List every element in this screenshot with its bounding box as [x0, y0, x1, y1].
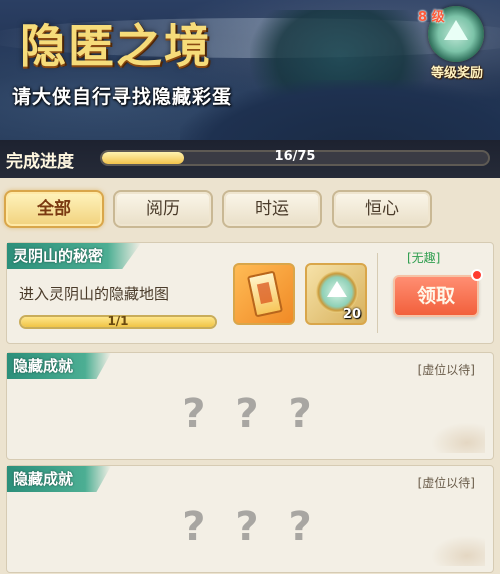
level-reward-button[interactable]: 8 级 等级奖励: [418, 2, 496, 84]
tab-experience[interactable]: 阅历: [113, 190, 213, 228]
progress-count: 16/75: [274, 149, 316, 164]
tab-label: 时运: [255, 199, 289, 219]
card-title: 灵阴山的秘密: [7, 243, 142, 269]
tab-all[interactable]: 全部: [4, 190, 104, 228]
card-divider: [377, 253, 378, 333]
level-text: 8 级: [418, 10, 445, 25]
reward-quantity: 20: [342, 307, 361, 322]
notification-dot: [471, 269, 483, 281]
card-description: 进入灵阴山的隐藏地图: [19, 285, 170, 303]
hidden-placeholder: ? ? ?: [182, 504, 320, 550]
status-badge: [无趣]: [407, 251, 441, 265]
hidden-placeholder: ? ? ?: [182, 391, 320, 437]
completion-progress: 完成进度 16/75: [0, 140, 500, 178]
page-subtitle: 请大侠自行寻找隐藏彩蛋: [12, 86, 233, 108]
card-title: 隐藏成就: [7, 353, 112, 379]
card-progress-text: 1/1: [107, 314, 129, 328]
status-badge: [虚位以待]: [417, 476, 475, 490]
claim-label: 领取: [416, 285, 455, 307]
card-title: 隐藏成就: [7, 466, 112, 492]
ink-decoration: [425, 419, 485, 453]
scroll-icon: [246, 270, 284, 318]
achievement-card: 灵阴山的秘密 进入灵阴山的隐藏地图 1/1 20 [无趣] 领取: [6, 242, 494, 344]
level-reward-label: 等级奖励: [430, 66, 483, 81]
header-banner: 隐匿之境 请大侠自行寻找隐藏彩蛋 8 级 等级奖励: [0, 0, 500, 140]
tab-perseverance[interactable]: 恒心: [332, 190, 432, 228]
page-title: 隐匿之境: [20, 19, 212, 73]
ink-decoration: [425, 532, 485, 566]
reward-item[interactable]: [233, 263, 295, 325]
category-tabs: 全部 阅历 时运 恒心: [0, 178, 500, 238]
progress-label: 完成进度: [6, 152, 74, 172]
hidden-achievement-card: 隐藏成就 [虚位以待] ? ? ?: [6, 465, 494, 573]
hidden-achievement-card: 隐藏成就 [虚位以待] ? ? ?: [6, 352, 494, 460]
tab-label: 恒心: [365, 199, 399, 219]
reward-item[interactable]: 20: [305, 263, 367, 325]
tab-fortune[interactable]: 时运: [222, 190, 322, 228]
claim-button[interactable]: 领取: [393, 269, 483, 317]
tab-label: 阅历: [146, 199, 180, 219]
tab-label: 全部: [37, 199, 71, 219]
status-badge: [虚位以待]: [417, 363, 475, 377]
